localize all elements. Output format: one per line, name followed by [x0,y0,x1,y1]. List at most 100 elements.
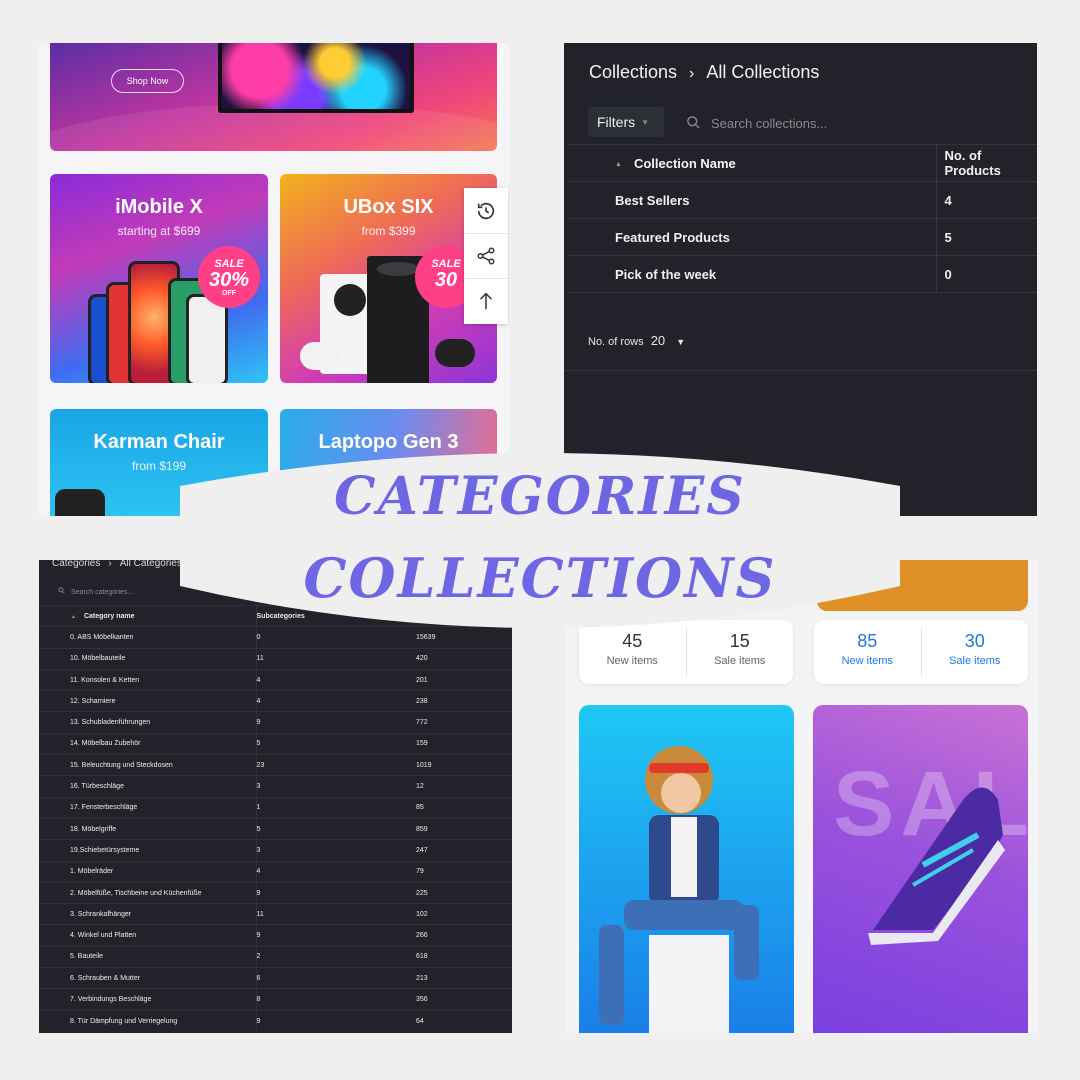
subcategory-count: 5 [256,817,416,840]
table-header-row: ▲ Collection Name No. of Products [568,144,1037,182]
table-row[interactable]: Featured Products 5 [568,218,1037,256]
search-icon [687,116,700,129]
product-count: 772 [416,711,512,734]
category-name: 16. Türbeschläge [39,775,257,798]
subcategory-count: 4 [256,668,416,691]
caret-down-icon: ▼ [641,118,650,127]
subcategory-count: 9 [256,924,416,947]
sale-items-stat: 15 Sale items [685,628,794,676]
hero-banner: Shop Now [50,43,497,151]
rows-label: No. of rows [588,336,644,348]
subcategory-count: 3 [256,839,416,862]
headline-collections: COLLECTIONS [303,546,777,610]
categories-table: ▲ Category name Subcategories 0. ABS Möbe… [39,604,512,1032]
category-name: 4. Winkel und Platten [39,924,257,947]
share-icon[interactable] [464,233,508,278]
new-items-label: New items [606,655,658,667]
table-row[interactable]: 3. Schrankafhänger 11 102 [39,903,512,925]
product-count: 247 [416,839,512,862]
product-card-imobile[interactable]: iMobile X starting at $699 SALE 30% OFF [50,174,268,383]
subcategory-count: 1 [256,796,416,819]
table-row[interactable]: 11. Konsolen & Ketten 4 201 [39,668,512,691]
table-row[interactable]: 14. Möbelbau Zubehör 5 159 [39,732,512,755]
subcategory-count: 4 [256,690,416,712]
product-count: 12 [416,775,512,798]
breadcrumb-root[interactable]: Collections [589,62,677,82]
collections-table: ▲ Collection Name No. of Products Best Se… [568,144,1037,293]
table-row[interactable]: 7. Verbindungs Beschläge 8 356 [39,988,512,1011]
table-row[interactable]: 5. Bauteile 2 618 [39,945,512,968]
subcategory-count: 23 [256,754,416,776]
category-name: 14. Möbelbau Zubehör [39,732,257,755]
table-row[interactable]: 10. Möbelbauteile 11 420 [39,647,512,670]
search-input[interactable] [711,113,926,133]
category-name: 11. Konsolen & Ketten [39,668,257,691]
category-name: 17. Fensterbeschläge [39,796,257,819]
history-icon[interactable] [464,188,508,233]
sale-items-label: Sale items [714,655,766,667]
subcategory-count: 6 [256,967,416,989]
category-name: 19.Schiebetürsysteme [39,839,257,862]
card-subtitle: starting at $699 [117,224,201,238]
stats-panel: 45 New items 15 Sale items 85 New items … [565,560,1037,1033]
promo-card-sale[interactable]: SALE [813,705,1028,1033]
category-name: 8. Tür Dämpfung und Verriegelung [39,1009,257,1032]
category-name: 15. Beleuchtung und Steckdosen [39,754,257,776]
product-count: 5 [936,218,1037,256]
product-count: 859 [416,817,512,840]
sort-up-icon: ▲ [615,160,622,168]
breadcrumb-separator: › [689,65,695,82]
table-row[interactable]: Best Sellers 4 [568,181,1037,219]
sort-up-icon: ▲ [71,613,76,620]
divider [564,370,1037,371]
search-box [686,113,926,133]
table-row[interactable]: 15. Beleuchtung und Steckdosen 23 1019 [39,754,512,776]
card-title: iMobile X [115,196,203,218]
table-row[interactable]: 16. Türbeschläge 3 12 [39,775,512,798]
subcategory-count: 5 [256,732,416,755]
table-row[interactable]: 6. Schrauben & Mutter 6 213 [39,967,512,989]
table-row[interactable]: 4. Winkel und Platten 9 266 [39,924,512,947]
category-name: 6. Schrauben & Mutter [39,967,257,989]
new-items-label: New items [841,655,893,667]
table-row[interactable]: 19.Schiebetürsysteme 3 247 [39,839,512,862]
subcategory-count: 9 [256,711,416,734]
sale-items-count: 30 [964,631,985,651]
subcategory-count: 4 [256,860,416,883]
arrow-up-icon[interactable] [464,278,508,323]
sale-items-stat: 30 Sale items [920,628,1029,676]
product-count: 85 [416,796,512,819]
table-row[interactable]: 2. Möbelfüße, Tischbeine und Küchenfüße 9… [39,881,512,904]
subcategory-count: 2 [256,945,416,968]
column-header-product-count[interactable]: No. of Products [936,144,1037,182]
table-row[interactable]: 12. Scharniere 4 238 [39,690,512,712]
product-count: 159 [416,732,512,755]
filters-label: Filters [597,114,636,130]
sale-items-label: Sale items [949,655,1001,667]
side-toolbar [464,188,508,324]
new-items-count: 45 [622,631,643,651]
table-row[interactable]: 8. Tür Dämpfung und Verriegelung 9 64 [39,1009,512,1032]
filters-button[interactable]: Filters ▼ [588,107,664,137]
product-count: 0 [936,255,1037,293]
table-row[interactable]: 17. Fensterbeschläge 1 85 [39,796,512,819]
product-count: 1019 [416,754,512,776]
product-count: 213 [416,967,512,989]
headline-categories: CATEGORIES [334,466,746,527]
table-row[interactable]: Pick of the week 0 [568,255,1037,293]
promo-card-kids[interactable] [579,705,794,1033]
subcategory-count: 8 [256,988,416,1011]
subcategory-count: 11 [256,903,416,925]
column-header-collection-name[interactable]: ▲ Collection Name [568,144,937,182]
collection-name: Best Sellers [568,181,937,219]
product-count: 420 [416,647,512,670]
category-name: 12. Scharniere [39,690,257,712]
table-row[interactable]: 1. Möbelräder 4 79 [39,860,512,883]
product-count: 238 [416,690,512,712]
rows-per-page[interactable]: No. of rows 20 ▼ [588,333,685,348]
category-name: 3. Schrankafhänger [39,903,257,925]
product-count: 225 [416,881,512,904]
table-row[interactable]: 13. Schubladenführungen 9 772 [39,711,512,734]
shop-now-button[interactable]: Shop Now [111,69,184,93]
table-row[interactable]: 18. Möbelgriffe 5 859 [39,817,512,840]
